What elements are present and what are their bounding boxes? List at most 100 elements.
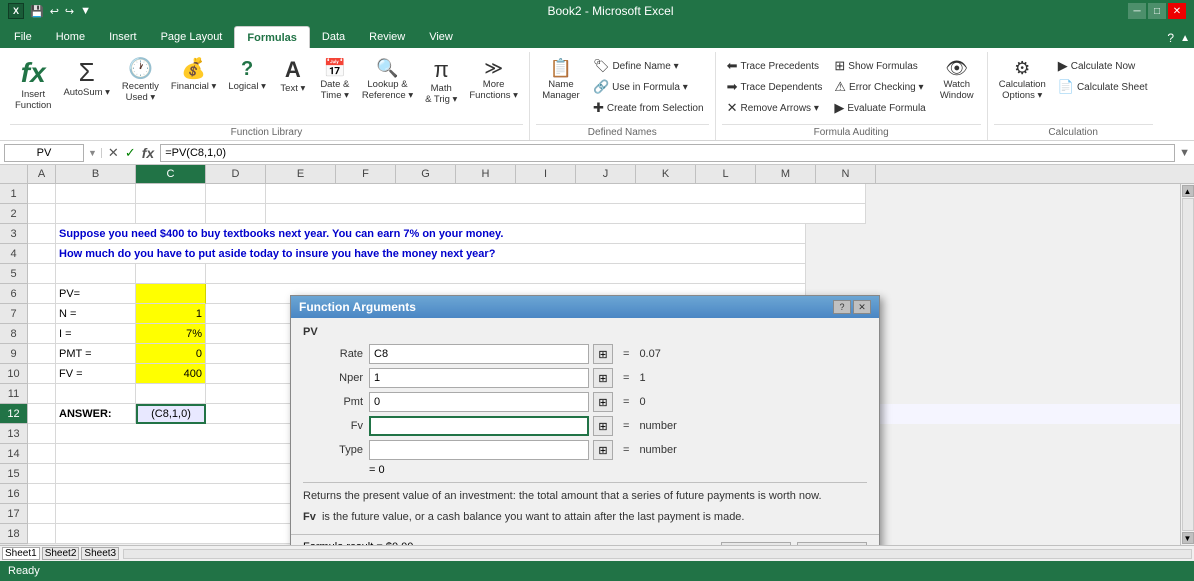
pmt-collapse-button[interactable]: ⊞ bbox=[593, 392, 613, 412]
calculate-sheet-button[interactable]: 📄 Calculate Sheet bbox=[1053, 77, 1153, 97]
redo-button[interactable]: ↪ bbox=[63, 4, 76, 19]
cell-A15[interactable] bbox=[28, 464, 56, 484]
cell-D1[interactable] bbox=[206, 184, 266, 204]
horizontal-scroll-track[interactable] bbox=[123, 549, 1192, 559]
financial-button[interactable]: 💰 Financial ▾ bbox=[166, 56, 221, 120]
col-header-A[interactable]: A bbox=[28, 165, 56, 183]
cell-C10[interactable]: 400 bbox=[136, 364, 206, 384]
insert-function-button[interactable]: fx InsertFunction bbox=[10, 56, 56, 120]
dialog-close-button[interactable]: ✕ bbox=[853, 300, 871, 314]
col-header-I[interactable]: I bbox=[516, 165, 576, 183]
row-12[interactable]: 12 bbox=[0, 404, 28, 424]
sheet-tab-3[interactable]: Sheet3 bbox=[81, 547, 119, 560]
cell-A14[interactable] bbox=[28, 444, 56, 464]
cell-C2[interactable] bbox=[136, 204, 206, 224]
cell-A7[interactable] bbox=[28, 304, 56, 324]
cell-A13[interactable] bbox=[28, 424, 56, 444]
remove-arrows-button[interactable]: ✕ Remove Arrows ▾ bbox=[722, 98, 828, 118]
nper-input[interactable] bbox=[369, 368, 589, 388]
cell-C1[interactable] bbox=[136, 184, 206, 204]
cell-B8[interactable]: I = bbox=[56, 324, 136, 344]
dialog-cancel-button[interactable]: Cancel bbox=[797, 542, 867, 545]
dialog-ok-button[interactable]: OK bbox=[721, 542, 791, 545]
tab-data[interactable]: Data bbox=[310, 26, 357, 48]
cell-B2[interactable] bbox=[56, 204, 136, 224]
cell-C11[interactable] bbox=[136, 384, 206, 404]
tab-file[interactable]: File bbox=[2, 26, 44, 48]
tab-view[interactable]: View bbox=[417, 26, 465, 48]
row-2[interactable]: 2 bbox=[0, 204, 28, 224]
calculate-now-button[interactable]: ▶ Calculate Now bbox=[1053, 56, 1153, 76]
lookup-ref-button[interactable]: 🔍 Lookup &Reference ▾ bbox=[357, 56, 418, 120]
col-header-B[interactable]: B bbox=[56, 165, 136, 183]
col-header-N[interactable]: N bbox=[816, 165, 876, 183]
pmt-input[interactable] bbox=[369, 392, 589, 412]
trace-dependents-button[interactable]: ➡ Trace Dependents bbox=[722, 77, 828, 97]
fv-input[interactable] bbox=[369, 416, 589, 436]
watch-window-button[interactable]: 👁 WatchWindow bbox=[933, 56, 981, 120]
use-in-formula-button[interactable]: 🔗 Use in Formula ▾ bbox=[588, 77, 709, 97]
undo-button[interactable]: ↩ bbox=[48, 4, 61, 19]
cell-A11[interactable] bbox=[28, 384, 56, 404]
tab-home[interactable]: Home bbox=[44, 26, 97, 48]
math-trig-button[interactable]: π Math& Trig ▾ bbox=[420, 56, 462, 120]
type-input[interactable] bbox=[369, 440, 589, 460]
cell-B1[interactable] bbox=[56, 184, 136, 204]
cell-A5[interactable] bbox=[28, 264, 56, 284]
more-functions-button[interactable]: ≫ MoreFunctions ▾ bbox=[464, 56, 523, 120]
scroll-down-button[interactable]: ▼ bbox=[1182, 532, 1194, 544]
col-header-M[interactable]: M bbox=[756, 165, 816, 183]
sheet-tab-2[interactable]: Sheet2 bbox=[42, 547, 80, 560]
row-3[interactable]: 3 bbox=[0, 224, 28, 244]
rate-collapse-button[interactable]: ⊞ bbox=[593, 344, 613, 364]
cell-B7[interactable]: N = bbox=[56, 304, 136, 324]
tab-formulas[interactable]: Formulas bbox=[234, 26, 310, 48]
error-checking-button[interactable]: ⚠ Error Checking ▾ bbox=[829, 77, 930, 97]
name-manager-button[interactable]: 📋 NameManager bbox=[536, 56, 586, 120]
show-formulas-button[interactable]: ⊞ Show Formulas bbox=[829, 56, 930, 76]
cell-A17[interactable] bbox=[28, 504, 56, 524]
row-11[interactable]: 11 bbox=[0, 384, 28, 404]
vertical-scrollbar[interactable]: ▲ ▼ bbox=[1180, 184, 1194, 545]
cell-rest-5[interactable] bbox=[206, 264, 806, 284]
cell-C6[interactable] bbox=[136, 284, 206, 304]
trace-precedents-button[interactable]: ⬅ Trace Precedents bbox=[722, 56, 828, 76]
help-icon[interactable]: ? bbox=[1165, 30, 1176, 46]
row-7[interactable]: 7 bbox=[0, 304, 28, 324]
logical-button[interactable]: ? Logical ▾ bbox=[223, 56, 271, 120]
name-box-dropdown[interactable]: ▼ bbox=[88, 148, 102, 158]
cell-B11[interactable] bbox=[56, 384, 136, 404]
row-17[interactable]: 17 bbox=[0, 504, 28, 524]
formula-expand-button[interactable]: ▼ bbox=[1179, 147, 1190, 159]
row-1[interactable]: 1 bbox=[0, 184, 28, 204]
create-from-selection-button[interactable]: ✚ Create from Selection bbox=[588, 98, 709, 118]
row-4[interactable]: 4 bbox=[0, 244, 28, 264]
qa-dropdown[interactable]: ▼ bbox=[78, 4, 93, 18]
col-header-L[interactable]: L bbox=[696, 165, 756, 183]
row-18[interactable]: 18 bbox=[0, 524, 28, 544]
cell-B12[interactable]: ANSWER: bbox=[56, 404, 136, 424]
calculation-options-button[interactable]: ⚙ CalculationOptions ▾ bbox=[994, 56, 1051, 120]
cell-B9[interactable]: PMT = bbox=[56, 344, 136, 364]
cell-C12[interactable]: (C8,1,0) bbox=[136, 404, 206, 424]
col-header-H[interactable]: H bbox=[456, 165, 516, 183]
row-15[interactable]: 15 bbox=[0, 464, 28, 484]
row-8[interactable]: 8 bbox=[0, 324, 28, 344]
cell-A10[interactable] bbox=[28, 364, 56, 384]
col-header-F[interactable]: F bbox=[336, 165, 396, 183]
sheet-tab-1[interactable]: Sheet1 bbox=[2, 547, 40, 560]
cell-A8[interactable] bbox=[28, 324, 56, 344]
minimize-button[interactable]: ─ bbox=[1128, 3, 1146, 19]
cell-D2[interactable] bbox=[206, 204, 266, 224]
cell-A18[interactable] bbox=[28, 524, 56, 544]
cell-A4[interactable] bbox=[28, 244, 56, 264]
cell-A6[interactable] bbox=[28, 284, 56, 304]
col-header-E[interactable]: E bbox=[266, 165, 336, 183]
cell-A3[interactable] bbox=[28, 224, 56, 244]
cancel-formula-button[interactable]: ✕ bbox=[106, 145, 121, 161]
col-header-K[interactable]: K bbox=[636, 165, 696, 183]
dialog-help-button[interactable]: ? bbox=[833, 300, 851, 314]
cell-A16[interactable] bbox=[28, 484, 56, 504]
date-time-button[interactable]: 📅 Date &Time ▾ bbox=[315, 56, 355, 120]
evaluate-formula-button[interactable]: ▶ Evaluate Formula bbox=[829, 98, 930, 118]
